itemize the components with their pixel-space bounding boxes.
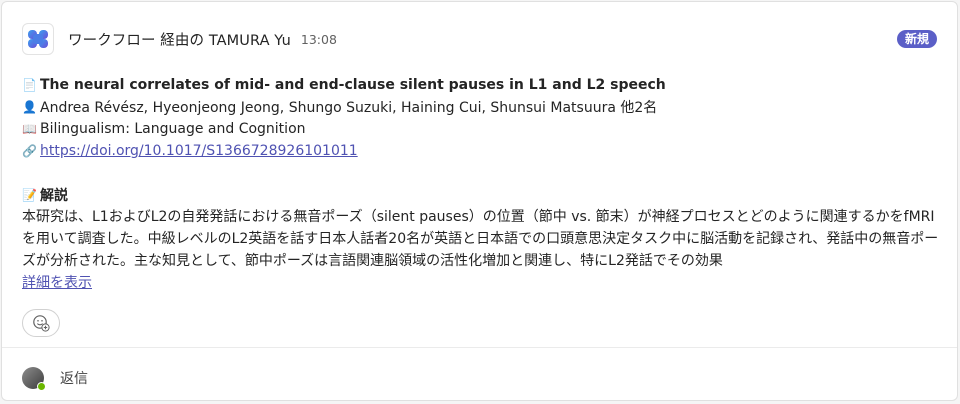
memo-icon: 📝 [22, 188, 37, 202]
journal-line: 📖 Bilingualism: Language and Cognition [22, 118, 939, 140]
doi-line: 🔗 https://doi.org/10.1017/S1366728926101… [22, 140, 939, 162]
doi-link[interactable]: https://doi.org/10.1017/S136672892610101… [40, 143, 358, 159]
document-icon: 📄 [22, 78, 37, 92]
reply-button[interactable]: 返信 [22, 366, 88, 391]
reply-label: 返信 [60, 371, 88, 387]
message-card: ワークフロー 経由の TAMURA Yu 13:08 新規 📄 The neur… [1, 1, 958, 401]
message-header: ワークフロー 経由の TAMURA Yu 13:08 新規 [22, 22, 937, 56]
book-icon: 📖 [22, 122, 37, 136]
avatar [22, 367, 46, 391]
authors-line: 👤 Andrea Révész, Hyeonjeong Jeong, Shung… [22, 96, 939, 118]
footer-divider [2, 347, 957, 348]
add-reaction-button[interactable] [22, 309, 60, 337]
paper-authors: Andrea Révész, Hyeonjeong Jeong, Shungo … [40, 100, 658, 116]
emoji-add-icon [33, 315, 50, 332]
workflow-app-icon[interactable] [22, 23, 54, 55]
message-timestamp: 13:08 [300, 31, 337, 47]
message-body: 📄 The neural correlates of mid- and end-… [22, 74, 939, 294]
summary-text: 本研究は、L1およびL2の自発発話における無音ポーズ（silent pauses… [22, 209, 939, 269]
person-icon: 👤 [22, 100, 37, 114]
summary-heading: 解説 [40, 188, 68, 204]
sender-name[interactable]: ワークフロー 経由の TAMURA Yu [68, 29, 291, 50]
new-badge: 新規 [896, 30, 937, 48]
show-more-link[interactable]: 詳細を表示 [22, 272, 92, 294]
paper-title-line: 📄 The neural correlates of mid- and end-… [22, 74, 939, 96]
paper-journal: Bilingualism: Language and Cognition [40, 121, 306, 137]
link-icon: 🔗 [22, 144, 37, 158]
paper-title: The neural correlates of mid- and end-cl… [40, 77, 666, 93]
summary-heading-line: 📝 解説 [22, 184, 939, 206]
presence-available-icon [37, 382, 46, 391]
